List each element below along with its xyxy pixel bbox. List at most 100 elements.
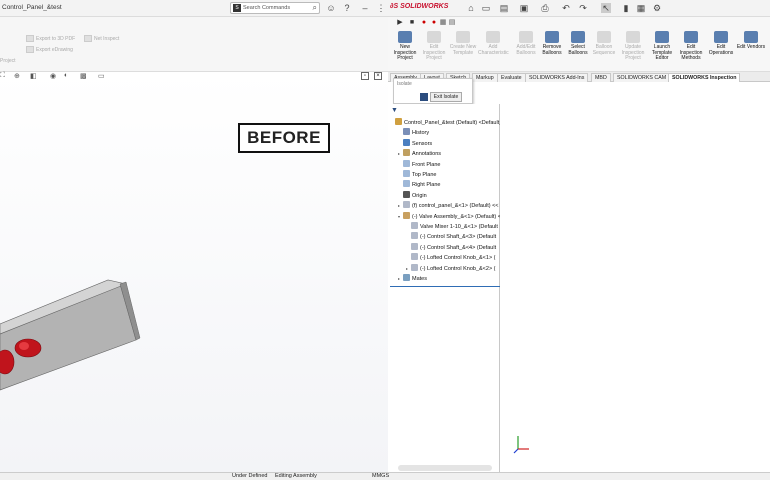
tab-solidworks-add-ins[interactable]: SOLIDWORKS Add-Ins: [525, 73, 589, 82]
cmd-icon: [519, 31, 533, 43]
cmd-edit-operations-button[interactable]: Edit Operations: [706, 31, 736, 56]
zoom-fit-icon[interactable]: ⊕: [14, 72, 20, 80]
close-view-icon[interactable]: ×: [374, 72, 382, 80]
cmd-label: Create New Template: [449, 44, 477, 56]
before-label: BEFORE: [238, 123, 330, 153]
new-document-icon[interactable]: ▭: [481, 3, 491, 13]
part-icon: [411, 263, 418, 271]
stop-icon[interactable]: ■: [408, 19, 416, 27]
rollback-bar[interactable]: [390, 286, 500, 287]
section-view-icon[interactable]: ◧: [30, 72, 37, 80]
restore-view-icon[interactable]: ▫: [361, 72, 369, 80]
cmd-create-new-template-button[interactable]: Create New Template: [448, 31, 478, 56]
filter-icon[interactable]: ▼: [391, 107, 398, 114]
assembly-icon: [395, 118, 402, 125]
plane-icon: [403, 170, 410, 177]
tab-solidworks-cam[interactable]: SOLIDWORKS CAM: [613, 73, 671, 82]
tree-item[interactable]: (-) Control Shaft_&<4> (Default: [406, 242, 496, 253]
tab-solidworks-inspection[interactable]: SOLIDWORKS Inspection: [668, 73, 741, 82]
search-input[interactable]: Search Commands: [243, 5, 290, 11]
tree-item[interactable]: Right Plane: [398, 180, 440, 190]
search-commands[interactable]: S Search Commands ⌕: [230, 2, 320, 14]
status-units[interactable]: MMGS: [372, 473, 389, 480]
cmd-new-inspection-project-button[interactable]: New Inspection Project: [390, 31, 420, 62]
tree-item[interactable]: ▸ Mates: [398, 274, 427, 284]
export-3d-pdf-button[interactable]: Export to 3D PDF: [26, 35, 75, 42]
select-icon[interactable]: ↖: [601, 3, 611, 13]
tree-item[interactable]: ▾ (-) Valve Assembly_&<1> (Default) <: [398, 211, 502, 222]
cmd-label: Edit Vendors: [736, 44, 766, 50]
save-icon[interactable]: ▣: [519, 3, 529, 13]
record-icon-2[interactable]: ●: [430, 19, 438, 27]
task-area: [500, 82, 770, 472]
cmd-icon: [626, 31, 640, 43]
help-icon[interactable]: ?: [342, 3, 352, 13]
save-display-state-icon[interactable]: [420, 93, 428, 101]
view-orientation-icon[interactable]: ⛶: [0, 72, 5, 80]
apply-scene-icon[interactable]: ▩: [80, 72, 87, 80]
horizontal-scrollbar[interactable]: [398, 465, 492, 471]
user-icon[interactable]: ☺: [326, 3, 336, 13]
tree-item-label: (f) control_panel_&<1> (Default) <<: [412, 203, 499, 210]
record-icon[interactable]: ●: [420, 19, 428, 27]
tab-markup[interactable]: Markup: [472, 73, 498, 82]
net-inspect-button[interactable]: Net Inspect: [84, 35, 119, 42]
macro-edit-icon[interactable]: ▦: [439, 19, 447, 27]
tree-item[interactable]: ▸ (f) control_panel_&<1> (Default) <<: [398, 201, 499, 211]
tree-item-label: Top Plane: [412, 172, 437, 178]
tree-item[interactable]: Origin: [398, 190, 427, 201]
tab-mbd[interactable]: MBD: [591, 73, 611, 82]
cmd-icon: [684, 31, 698, 43]
view-settings-icon[interactable]: ▭: [98, 72, 105, 80]
macro-new-icon[interactable]: ▤: [448, 19, 456, 27]
redo-icon[interactable]: ↷: [578, 3, 588, 13]
tree-item[interactable]: Valve Mixer 1-10_&<1> (Default: [406, 222, 498, 232]
options-icon[interactable]: ⚙: [652, 3, 662, 13]
home-icon[interactable]: ⌂: [466, 3, 476, 13]
coordinate-triad: [513, 436, 529, 454]
command-manager: ▶ ■ ● ● ▦ ▤ New Inspection Project Edit I…: [388, 17, 770, 72]
overflow-icon[interactable]: ⋮: [376, 3, 386, 13]
cmd-label: Balloon Sequence: [592, 44, 616, 56]
rebuild-icon[interactable]: ▮: [621, 3, 631, 13]
print-icon[interactable]: ⎙: [540, 3, 550, 13]
export-edrawing-button[interactable]: Export eDrawing: [26, 46, 73, 53]
tree-item-label: Control_Panel_&test (Default) <Default_: [404, 120, 503, 126]
search-icon[interactable]: ⌕: [313, 3, 317, 13]
tab-evaluate[interactable]: Evaluate: [497, 73, 526, 82]
tree-item[interactable]: Top Plane: [398, 170, 436, 180]
file-properties-icon[interactable]: ▦: [636, 3, 646, 13]
tree-item[interactable]: Control_Panel_&test (Default) <Default_: [390, 118, 502, 128]
tree-item[interactable]: (-) Lofted Control Knob_&<1> (: [406, 253, 496, 263]
exit-isolate-button[interactable]: Exit Isolate: [430, 92, 462, 102]
part-icon: [411, 242, 418, 250]
feature-manager: ▼ Control_Panel_&test (Default) <Default…: [388, 104, 502, 472]
tree-item[interactable]: History: [398, 128, 429, 138]
cmd-update-inspection-project-button[interactable]: Update Inspection Project: [618, 31, 648, 62]
tree-item[interactable]: Sensors: [398, 138, 432, 149]
knob-1-highlight: [19, 342, 29, 350]
minimize-icon[interactable]: –: [360, 3, 370, 13]
cmd-launch-template-editor-button[interactable]: Launch Template Editor: [647, 31, 677, 62]
cmd-icon: [597, 31, 611, 43]
cmd-balloon-sequence-button[interactable]: Balloon Sequence: [589, 31, 619, 56]
tree-item[interactable]: Front Plane: [398, 159, 440, 170]
edit-appearance-icon[interactable]: ◐: [64, 72, 68, 79]
cmd-edit-inspection-methods-button[interactable]: Edit Inspection Methods: [676, 31, 706, 62]
tree-item[interactable]: ▸ Annotations: [398, 149, 441, 159]
cmd-edit-vendors-button[interactable]: Edit Vendors: [736, 31, 766, 51]
cmd-label: Add Characteristic: [478, 44, 509, 56]
cmd-icon: [655, 31, 669, 43]
tree-item-label: (-) Valve Assembly_&<1> (Default) <: [412, 213, 502, 220]
hide-show-icon[interactable]: ◉: [50, 72, 56, 80]
play-icon[interactable]: ▶: [396, 19, 404, 27]
cmd-edit-inspection-project-button[interactable]: Edit Inspection Project: [419, 31, 449, 62]
tree-item-label: Valve Mixer 1-10_&<1> (Default: [420, 224, 498, 230]
cmd-add-characteristic-button[interactable]: Add Characteristic: [478, 31, 509, 56]
tree-item[interactable]: (-) Control Shaft_&<3> (Default: [406, 232, 496, 242]
tree-item[interactable]: ▸ (-) Lofted Control Knob_&<2> (: [406, 263, 496, 274]
undo-icon[interactable]: ↶: [561, 3, 571, 13]
open-icon[interactable]: ▤: [499, 3, 509, 13]
cmd-label: Edit Inspection Project: [422, 44, 446, 61]
cmd-label: Select Balloons: [568, 44, 588, 56]
